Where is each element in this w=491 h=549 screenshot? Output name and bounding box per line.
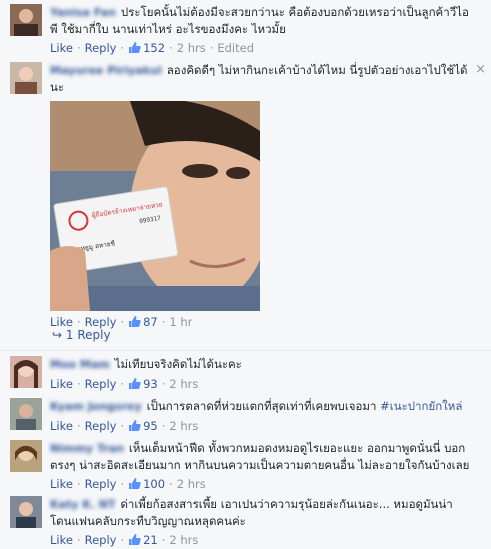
like-count[interactable]: 87 — [143, 315, 158, 329]
comment-actions: Like · Reply · 100 · 2 hrs — [50, 476, 474, 494]
timestamp[interactable]: 2 hrs — [169, 533, 198, 547]
like-count[interactable]: 152 — [143, 41, 165, 55]
replies-count[interactable]: 1 Reply — [66, 328, 111, 342]
comment-actions: Like · Reply · 87 · 1 hr — [50, 314, 474, 332]
timestamp[interactable]: 2 hrs — [169, 419, 198, 433]
comment-author[interactable]: Mayuree Piriyakul — [50, 63, 162, 79]
attached-photo[interactable]: ผู้ถือบัตรจ้างเหมาจ่ายห่วย นายหยูมู สหาย… — [50, 101, 260, 311]
thumbs-up-icon — [128, 477, 141, 494]
thumbs-up-icon — [128, 419, 141, 436]
timestamp[interactable]: 2 hrs — [169, 377, 198, 391]
timestamp[interactable]: 2 hrs — [177, 41, 206, 55]
view-replies-link[interactable]: ↪ 1 Reply — [52, 328, 111, 342]
avatar-photo-icon — [10, 4, 42, 36]
reply-arrow-icon: ↪ — [52, 328, 63, 342]
like-button[interactable]: Like — [50, 419, 73, 433]
timestamp[interactable]: 1 hr — [169, 315, 192, 329]
like-button[interactable]: Like — [50, 533, 73, 547]
thumbs-up-icon — [128, 533, 141, 549]
avatar[interactable] — [10, 356, 42, 388]
avatar-photo-icon — [10, 496, 42, 528]
reply-button[interactable]: Reply — [85, 533, 117, 547]
comment-author[interactable]: Nimmy Tran — [50, 441, 124, 457]
comment-author[interactable]: Kyam Jongsrey — [50, 399, 142, 415]
like-count[interactable]: 100 — [143, 477, 165, 491]
avatar-photo-icon — [10, 440, 42, 472]
comment-text: เป็นการตลาดที่ห่วยแตกที่สุดเท่าที่เคยพบเ… — [146, 399, 381, 413]
comment-actions: Like · Reply · 93 · 2 hrs — [50, 376, 474, 394]
comment-actions: Like · Reply · 21 · 2 hrs — [50, 532, 474, 549]
hashtag-link[interactable]: #เนะปากยักใหล่ — [380, 399, 462, 413]
reply-button[interactable]: Reply — [85, 377, 117, 391]
like-button[interactable]: Like — [50, 41, 73, 55]
close-icon[interactable]: × — [475, 62, 486, 77]
like-count[interactable]: 21 — [143, 533, 158, 547]
edited-label[interactable]: Edited — [217, 41, 254, 55]
thumbs-up-icon — [128, 315, 141, 332]
thumbs-up-icon — [128, 377, 141, 394]
reply-button[interactable]: Reply — [85, 315, 117, 329]
like-button[interactable]: Like — [50, 477, 73, 491]
thumbs-up-icon — [128, 41, 141, 58]
comments-thread: Yanisa Fan ประโยคนั้นไม่ต้องมีจะสวยกว่านะ… — [0, 0, 491, 549]
comment-actions: Like · Reply · 152 · 2 hrs · Edited — [50, 40, 474, 58]
comment-text: ไม่เทียบจริงคิดไม่ได้นะคะ — [114, 357, 242, 371]
reply-button[interactable]: Reply — [85, 477, 117, 491]
comment-author[interactable]: Yanisa Fan — [50, 5, 116, 21]
like-count[interactable]: 95 — [143, 419, 158, 433]
avatar[interactable] — [10, 496, 42, 528]
timestamp[interactable]: 2 hrs — [177, 477, 206, 491]
like-button[interactable]: Like — [50, 377, 73, 391]
avatar[interactable] — [10, 440, 42, 472]
comment-actions: Like · Reply · 95 · 2 hrs — [50, 418, 474, 436]
avatar[interactable] — [10, 4, 42, 36]
avatar-photo-icon — [10, 356, 42, 388]
avatar[interactable] — [10, 398, 42, 430]
reply-button[interactable]: Reply — [85, 41, 117, 55]
reply-button[interactable]: Reply — [85, 419, 117, 433]
comment-author[interactable]: Moo Mam — [50, 357, 110, 373]
avatar-photo-icon — [10, 62, 42, 94]
avatar[interactable] — [10, 62, 42, 94]
comment-author[interactable]: Katy K. NT — [50, 497, 115, 513]
avatar-photo-icon — [10, 398, 42, 430]
like-count[interactable]: 93 — [143, 377, 158, 391]
like-button[interactable]: Like — [50, 315, 73, 329]
divider — [0, 350, 491, 351]
